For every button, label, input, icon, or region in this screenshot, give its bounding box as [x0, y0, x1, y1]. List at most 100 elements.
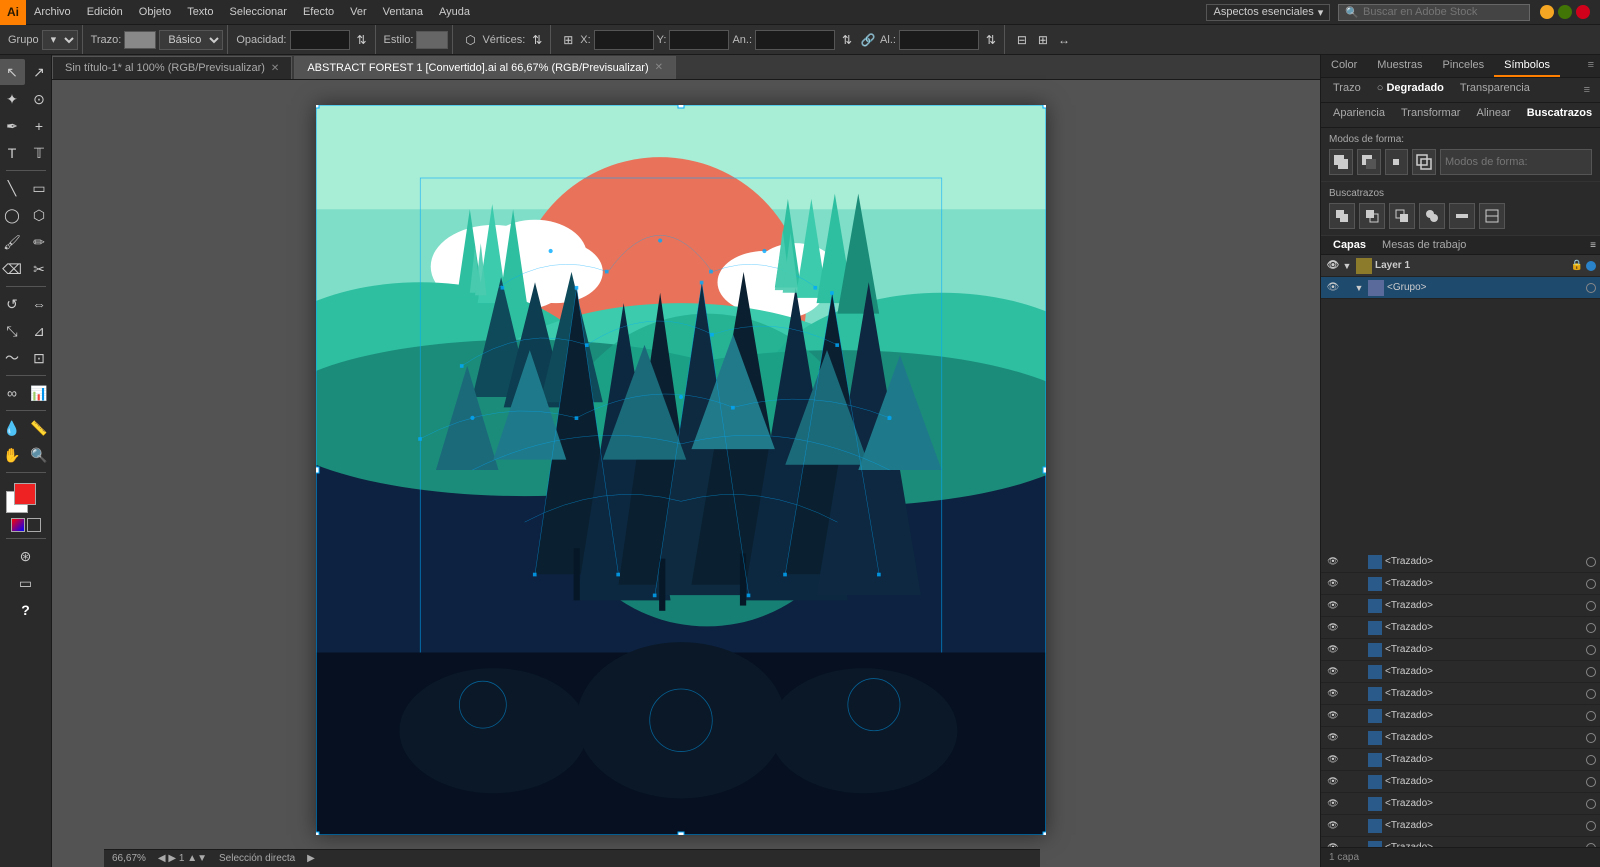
- layer-eye-t8[interactable]: 👁: [1325, 730, 1341, 746]
- tab-untitled[interactable]: Sin título-1* al 100% (RGB/Previsualizar…: [52, 56, 292, 79]
- panel-tab-simbolos[interactable]: Símbolos: [1494, 55, 1560, 77]
- layer-item-trazado-12[interactable]: 👁 <Trazado>: [1321, 815, 1600, 837]
- layer-eye-t0[interactable]: 👁: [1325, 554, 1341, 570]
- y-input[interactable]: 699,995 px: [669, 30, 729, 50]
- ellipse-tool[interactable]: ◯: [0, 202, 25, 228]
- layer-item-trazado-0[interactable]: 👁 <Trazado>: [1321, 551, 1600, 573]
- layer-item-trazado-3[interactable]: 👁 <Trazado>: [1321, 617, 1600, 639]
- layer-eye-t3[interactable]: 👁: [1325, 620, 1341, 636]
- layers-tab-mesas[interactable]: Mesas de trabajo: [1374, 236, 1474, 254]
- tab-close-untitled[interactable]: ✕: [271, 63, 279, 74]
- bt-btn-1[interactable]: [1329, 203, 1355, 229]
- scissors-tool[interactable]: ✂: [26, 256, 52, 282]
- eyedropper-tool[interactable]: 💧: [0, 415, 25, 441]
- layer-item-trazado-6[interactable]: 👁 <Trazado>: [1321, 683, 1600, 705]
- unite-btn[interactable]: [1329, 149, 1353, 175]
- vertices-stepper[interactable]: ⇅: [528, 31, 546, 49]
- layers-tab-capas[interactable]: Capas: [1325, 236, 1374, 254]
- zoom-tool[interactable]: 🔍: [26, 442, 52, 468]
- workspace-selector[interactable]: Aspectos esenciales ▾: [1206, 4, 1330, 21]
- layer-eye-t1[interactable]: 👁: [1325, 576, 1341, 592]
- subtab-trazo[interactable]: Trazo: [1325, 80, 1369, 100]
- minimize-button[interactable]: [1540, 5, 1554, 19]
- x-input[interactable]: 700 px: [594, 30, 654, 50]
- an-input[interactable]: 1399,99 px: [755, 30, 835, 50]
- layer-eye-t6[interactable]: 👁: [1325, 686, 1341, 702]
- layer-expand-1[interactable]: ▼: [1341, 258, 1353, 274]
- row2-transformar[interactable]: Transformar: [1393, 105, 1469, 125]
- rect-tool[interactable]: ▭: [26, 175, 52, 201]
- exclude-btn[interactable]: [1412, 149, 1436, 175]
- menu-texto[interactable]: Texto: [179, 0, 221, 25]
- transform2-icon[interactable]: ↔: [1055, 31, 1073, 49]
- type-vertical-tool[interactable]: 𝕋: [26, 140, 52, 166]
- layer-eye-t10[interactable]: 👁: [1325, 774, 1341, 790]
- layer-item-trazado-7[interactable]: 👁 <Trazado>: [1321, 705, 1600, 727]
- magic-wand-tool[interactable]: ✦: [0, 86, 25, 112]
- layer-eye-t4[interactable]: 👁: [1325, 642, 1341, 658]
- tab-close-forest[interactable]: ✕: [655, 62, 663, 73]
- distribute-icon[interactable]: ⊞: [1034, 31, 1052, 49]
- alt-input[interactable]: 1399,99 px: [899, 30, 979, 50]
- paintbrush-tool[interactable]: 🖌: [0, 229, 25, 255]
- menu-ayuda[interactable]: Ayuda: [431, 0, 478, 25]
- layer-item-trazado-9[interactable]: 👁 <Trazado>: [1321, 749, 1600, 771]
- direct-selection-tool[interactable]: ↗: [26, 59, 52, 85]
- reshape-tool[interactable]: ⊿: [26, 318, 52, 344]
- panel-tab-muestras[interactable]: Muestras: [1367, 55, 1432, 77]
- layer-eye-grupo[interactable]: 👁: [1325, 280, 1341, 296]
- maximize-button[interactable]: [1558, 5, 1572, 19]
- eraser-tool[interactable]: ⌫: [0, 256, 25, 282]
- layer-eye-t5[interactable]: 👁: [1325, 664, 1341, 680]
- lasso-tool[interactable]: ⊙: [26, 86, 52, 112]
- layer-item-trazado-8[interactable]: 👁 <Trazado>: [1321, 727, 1600, 749]
- layer-eye-t9[interactable]: 👁: [1325, 752, 1341, 768]
- layer-eye-t7[interactable]: 👁: [1325, 708, 1341, 724]
- question-mark[interactable]: ?: [13, 597, 39, 623]
- reflect-tool[interactable]: ⇔: [26, 291, 52, 317]
- type-tool[interactable]: T: [0, 140, 25, 166]
- an-stepper[interactable]: ⇅: [838, 31, 856, 49]
- minus-front-btn[interactable]: [1357, 149, 1381, 175]
- bt-btn-3[interactable]: [1389, 203, 1415, 229]
- bt-btn-6[interactable]: [1479, 203, 1505, 229]
- bt-btn-4[interactable]: [1419, 203, 1445, 229]
- chart-tool[interactable]: 📊: [26, 380, 52, 406]
- free-transform-tool[interactable]: ⊡: [26, 345, 52, 371]
- layer-item-layer1[interactable]: 👁 ▼ Layer 1 🔒: [1321, 255, 1600, 277]
- menu-seleccionar[interactable]: Seleccionar: [221, 0, 294, 25]
- group-select[interactable]: ▾: [42, 30, 78, 50]
- layer-eye-t11[interactable]: 👁: [1325, 796, 1341, 812]
- layer-eye-t13[interactable]: 👁: [1325, 840, 1341, 848]
- menu-efecto[interactable]: Efecto: [295, 0, 342, 25]
- none-swatch[interactable]: [27, 518, 41, 532]
- row2-apariencia[interactable]: Apariencia: [1325, 105, 1393, 125]
- scale-tool[interactable]: ⤡: [0, 318, 25, 344]
- opacidad-input[interactable]: 100%: [290, 30, 350, 50]
- pencil-tool[interactable]: ✏: [26, 229, 52, 255]
- lock-ratio-icon[interactable]: 🔗: [859, 31, 877, 49]
- selection-tool[interactable]: ↖: [0, 59, 25, 85]
- layer-item-grupo[interactable]: 👁 ▼ <Grupo>: [1321, 277, 1600, 299]
- layer-item-trazado-13[interactable]: 👁 <Trazado>: [1321, 837, 1600, 847]
- intersect-btn[interactable]: [1385, 149, 1409, 175]
- subtab-degradado[interactable]: ○ Degradado: [1369, 80, 1452, 100]
- layers-options-icon[interactable]: ≡: [1590, 240, 1596, 251]
- blend-tool[interactable]: ∞: [0, 380, 25, 406]
- layer-item-trazado-11[interactable]: 👁 <Trazado>: [1321, 793, 1600, 815]
- layer-expand-grupo[interactable]: ▼: [1353, 280, 1365, 296]
- layer-eye-1[interactable]: 👁: [1325, 258, 1341, 274]
- layer-lock-1[interactable]: 🔒: [1570, 260, 1584, 271]
- trazo-color[interactable]: [124, 31, 156, 49]
- shape-search-input[interactable]: [1440, 149, 1592, 175]
- polygon-tool[interactable]: ⬡: [26, 202, 52, 228]
- artboard-tool[interactable]: ▭: [13, 570, 39, 596]
- subtab-transparencia[interactable]: Transparencia: [1452, 80, 1538, 100]
- hand-tool[interactable]: ✋: [0, 442, 25, 468]
- tab-forest[interactable]: ABSTRACT FOREST 1 [Convertido].ai al 66,…: [294, 56, 676, 79]
- panel-tab-pinceles[interactable]: Pinceles: [1433, 55, 1495, 77]
- symbol-sprayer-tool[interactable]: ⊛: [13, 543, 39, 569]
- add-anchor-tool[interactable]: +: [26, 113, 52, 139]
- panel-tab-color[interactable]: Color: [1321, 55, 1367, 77]
- alt-stepper[interactable]: ⇅: [982, 31, 1000, 49]
